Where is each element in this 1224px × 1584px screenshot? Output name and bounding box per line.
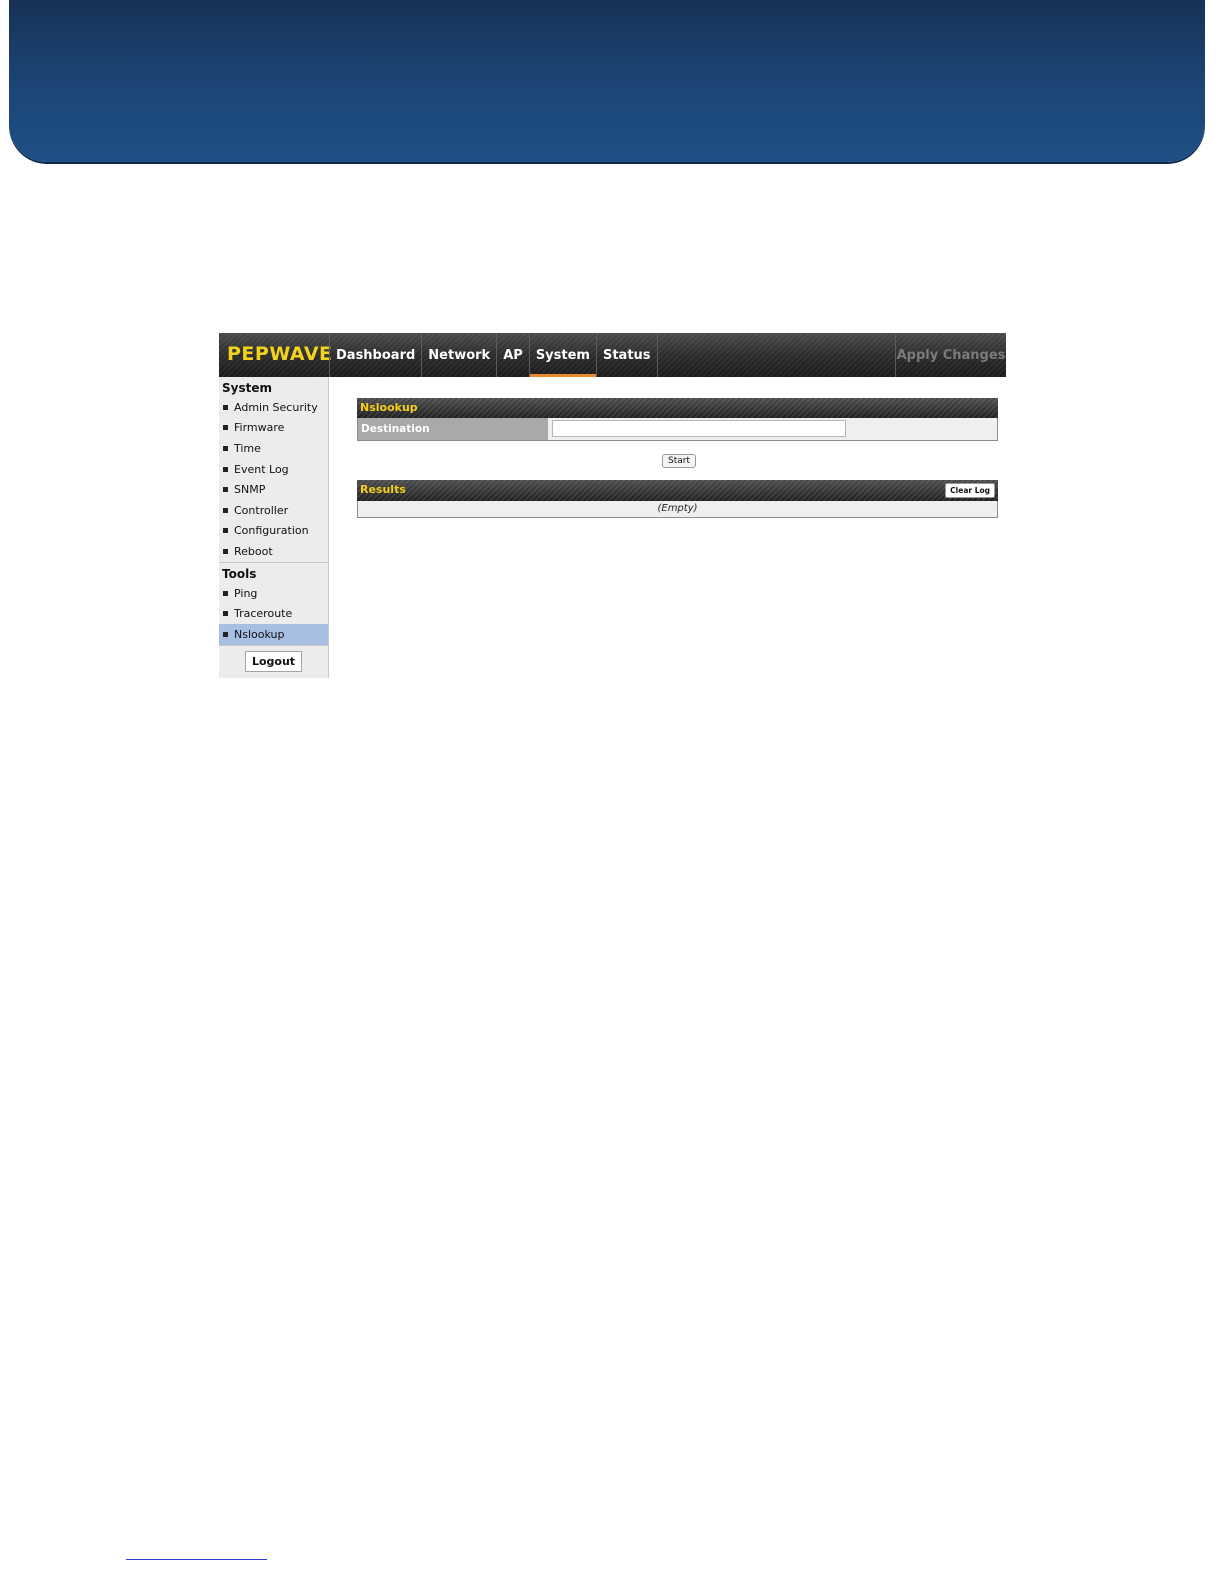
nslookup-panel-title: Nslookup [357, 398, 998, 418]
logout-button[interactable]: Logout [244, 650, 303, 672]
sidebar-item-nslookup[interactable]: Nslookup [219, 623, 328, 645]
results-panel-title: Results Clear Log [357, 480, 998, 501]
nav-dashboard[interactable]: Dashboard [329, 333, 421, 377]
sidebar-item-admin-security[interactable]: Admin Security [219, 397, 328, 418]
sidebar-item-label: Nslookup [234, 627, 285, 641]
bullet-icon [223, 425, 228, 431]
start-button[interactable]: Start [662, 454, 696, 468]
sidebar-item-label: SNMP [234, 483, 266, 497]
nav-network[interactable]: Network [421, 333, 496, 377]
sidebar-item-ping[interactable]: Ping [219, 583, 328, 604]
bullet-icon [223, 404, 228, 410]
clear-log-button[interactable]: Clear Log [945, 483, 995, 498]
sidebar-item-label: Traceroute [234, 607, 293, 621]
top-nav-bar: PEPWAVE Dashboard Network AP System Stat… [219, 333, 1006, 377]
destination-label: Destination [358, 418, 548, 440]
footer-link-rule [126, 1559, 267, 1560]
nav-status[interactable]: Status [595, 333, 658, 377]
logout-area: Logout [219, 644, 328, 677]
sidebar-item-time[interactable]: Time [219, 438, 328, 459]
bullet-icon [223, 611, 228, 617]
pepwave-logo: PEPWAVE [227, 343, 333, 365]
bullet-icon [223, 631, 228, 637]
bullet-icon [223, 548, 228, 554]
sidebar: System Admin Security Firmware Time Even… [219, 377, 329, 678]
bullet-icon [223, 445, 228, 451]
destination-value-cell [548, 418, 997, 440]
header-banner [9, 0, 1205, 162]
bullet-icon [223, 466, 228, 472]
sidebar-heading-tools: Tools [219, 561, 328, 583]
nav-system[interactable]: System [528, 333, 597, 377]
app-screenshot: PEPWAVE Dashboard Network AP System Stat… [219, 333, 1006, 678]
sidebar-item-label: Controller [234, 503, 289, 517]
sidebar-item-reboot[interactable]: Reboot [219, 541, 328, 562]
sidebar-item-label: Configuration [234, 524, 309, 538]
destination-row: Destination [357, 418, 998, 441]
sidebar-item-firmware[interactable]: Firmware [219, 418, 328, 439]
document-page: PEPWAVE Dashboard Network AP System Stat… [0, 0, 1224, 1584]
sidebar-item-configuration[interactable]: Configuration [219, 521, 328, 542]
sidebar-item-snmp[interactable]: SNMP [219, 479, 328, 500]
sidebar-item-label: Time [234, 441, 261, 455]
main-content: Nslookup Destination Start Results Clear… [329, 377, 1006, 678]
apply-changes-button[interactable]: Apply Changes [895, 333, 1006, 377]
sidebar-heading-system: System [222, 381, 272, 395]
destination-input[interactable] [552, 420, 846, 437]
bullet-icon [223, 507, 228, 513]
sidebar-item-label: Event Log [234, 462, 289, 476]
sidebar-item-traceroute[interactable]: Traceroute [219, 603, 328, 624]
nav-ap[interactable]: AP [496, 333, 529, 377]
results-empty-row: (Empty) [357, 501, 998, 518]
bullet-icon [223, 487, 228, 493]
sidebar-item-label: Reboot [234, 544, 273, 558]
sidebar-item-controller[interactable]: Controller [219, 500, 328, 521]
bullet-icon [223, 590, 228, 596]
main-nav: Dashboard Network AP System Status [329, 333, 658, 377]
sidebar-item-label: Admin Security [234, 400, 318, 414]
results-title: Results [360, 483, 406, 496]
sidebar-item-event-log[interactable]: Event Log [219, 459, 328, 480]
sidebar-item-label: Ping [234, 586, 258, 600]
bullet-icon [223, 528, 228, 534]
sidebar-item-label: Firmware [234, 421, 285, 435]
